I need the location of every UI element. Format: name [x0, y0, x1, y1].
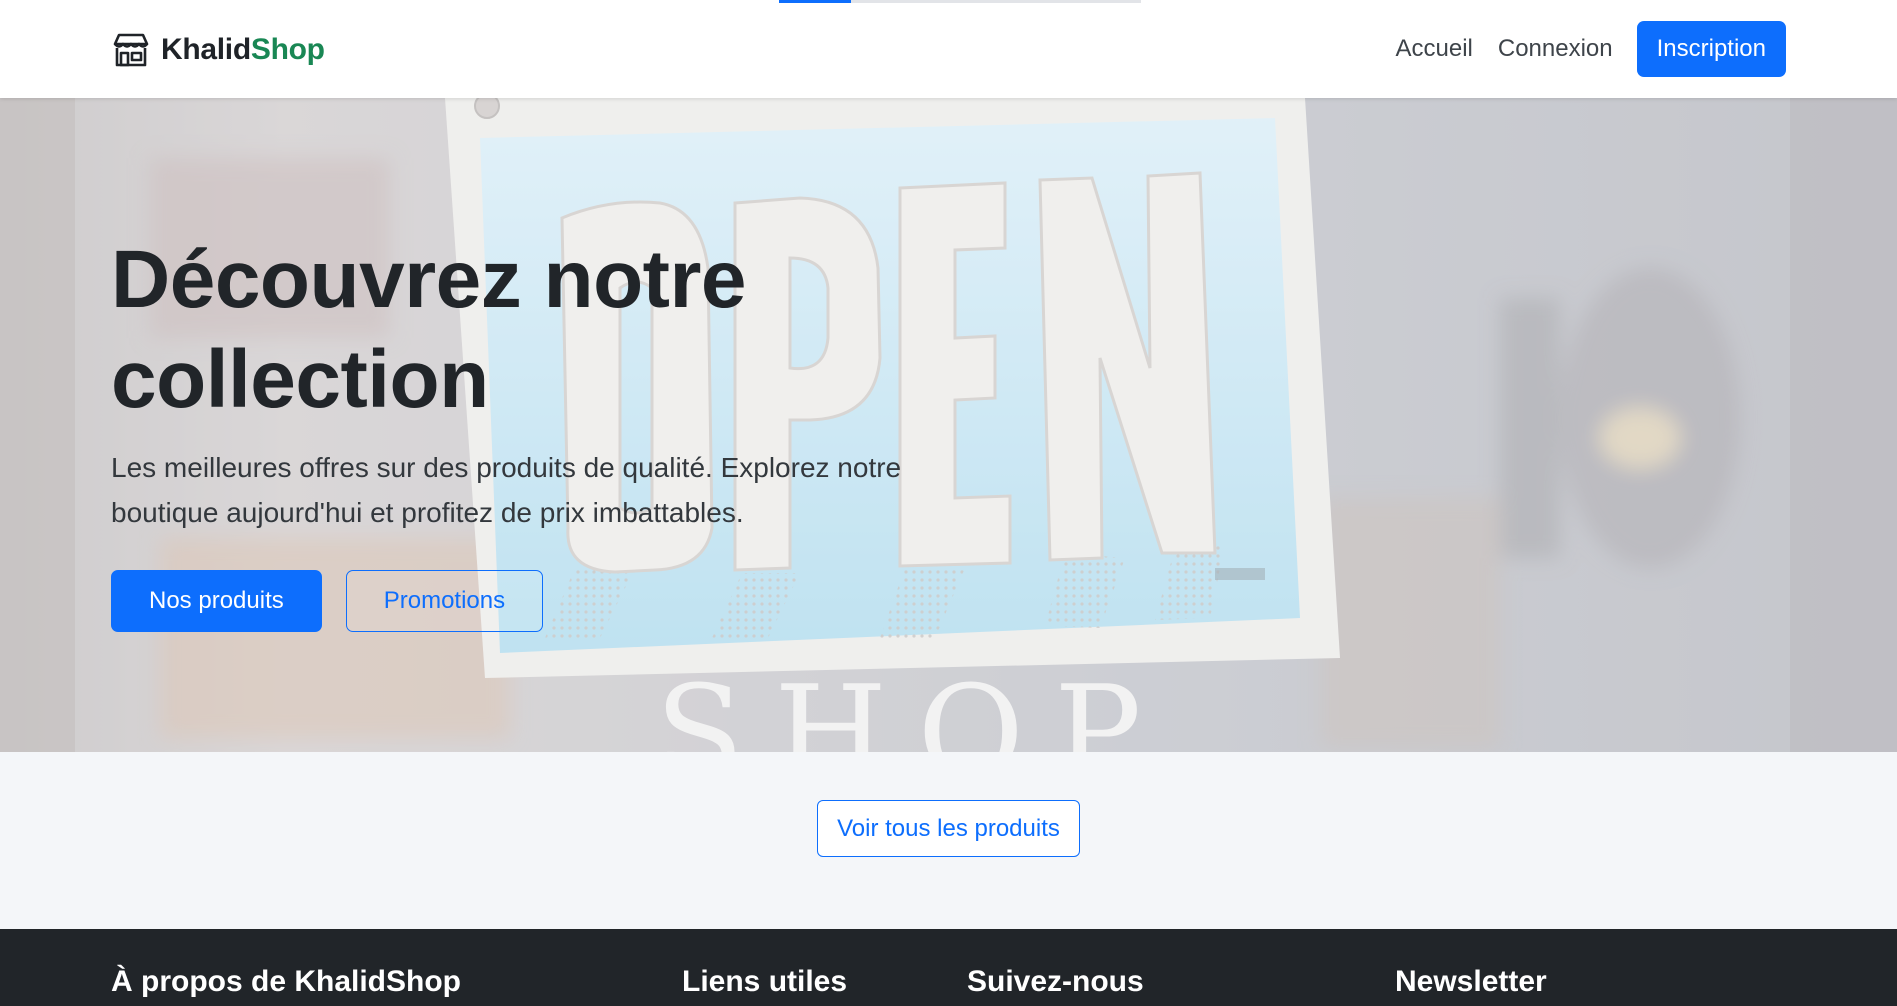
- hero-buttons: Nos produits Promotions: [111, 570, 544, 632]
- hero-subtitle: Les meilleures offres sur des produits d…: [111, 452, 902, 528]
- brand-logo-link[interactable]: KhalidShop: [111, 30, 325, 70]
- page-loading-bar-fill: [779, 0, 852, 3]
- page-loading-bar: [779, 0, 1141, 3]
- footer: À propos de KhalidShop Liens utiles Suiv…: [0, 929, 1897, 1006]
- footer-heading-about: À propos de KhalidShop: [111, 965, 461, 998]
- brand-name-part1: Khalid: [161, 33, 251, 66]
- footer-heading-newsletter: Newsletter: [1395, 965, 1547, 998]
- nav-links: Accueil Connexion Inscription: [1370, 21, 1786, 77]
- brand-name-part2: Shop: [250, 33, 325, 66]
- signup-button[interactable]: Inscription: [1636, 21, 1786, 77]
- hero-section: SHOP Découvrez notre collection Les meil…: [0, 98, 1897, 752]
- footer-heading-links: Liens utiles: [682, 965, 848, 998]
- our-products-button[interactable]: Nos produits: [111, 570, 322, 632]
- nav-link-login[interactable]: Connexion: [1498, 35, 1613, 63]
- products-section: Voir tous les produits: [0, 752, 1897, 929]
- top-navbar: KhalidShop Accueil Connexion Inscription: [0, 0, 1897, 98]
- view-all-products-button[interactable]: Voir tous les produits: [817, 800, 1080, 857]
- brand-name: KhalidShop: [161, 33, 325, 67]
- hero-title: Découvrez notre collection: [111, 234, 747, 425]
- footer-heading-follow: Suivez-nous: [967, 965, 1144, 998]
- nav-link-home[interactable]: Accueil: [1395, 35, 1472, 63]
- promotions-button[interactable]: Promotions: [345, 570, 544, 632]
- store-icon: [111, 30, 151, 70]
